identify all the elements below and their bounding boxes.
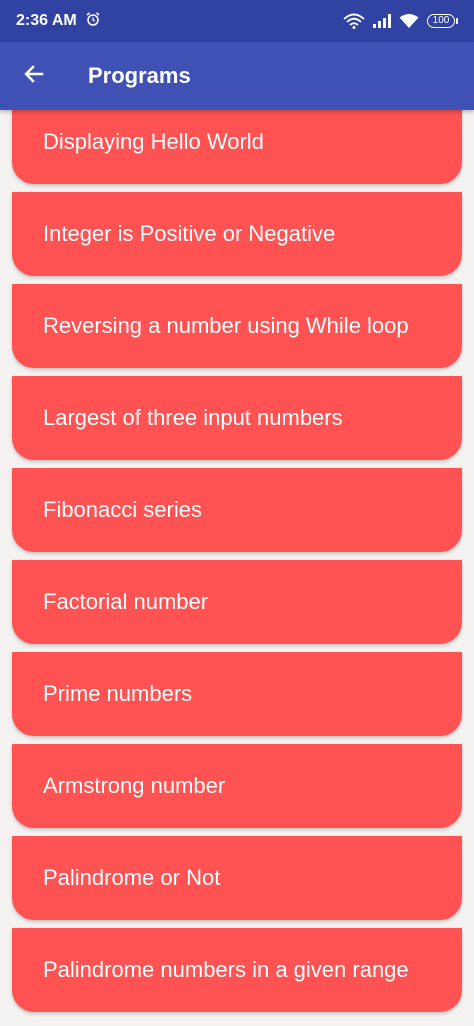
program-list[interactable]: Displaying Hello World Integer is Positi… — [0, 110, 474, 1026]
alarm-icon — [85, 11, 101, 32]
back-button[interactable] — [10, 52, 58, 100]
cell-signal-icon — [373, 14, 391, 28]
battery-level: 100 — [427, 14, 455, 28]
program-item-fibonacci[interactable]: Fibonacci series — [12, 468, 462, 552]
status-bar: 2:36 AM 100 — [0, 0, 474, 42]
app-bar: Programs — [0, 42, 474, 110]
program-item-palindrome[interactable]: Palindrome or Not — [12, 836, 462, 920]
program-item-palindrome-range[interactable]: Palindrome numbers in a given range — [12, 928, 462, 1012]
status-right: 100 — [343, 13, 458, 29]
status-time: 2:36 AM — [16, 12, 77, 29]
program-item-positive-negative[interactable]: Integer is Positive or Negative — [12, 192, 462, 276]
program-item-armstrong[interactable]: Armstrong number — [12, 744, 462, 828]
wifi-hotspot-icon — [343, 13, 365, 29]
program-item-reverse-number[interactable]: Reversing a number using While loop — [12, 284, 462, 368]
program-item-prime-numbers[interactable]: Prime numbers — [12, 652, 462, 736]
status-left: 2:36 AM — [16, 11, 101, 32]
program-item-largest-of-three[interactable]: Largest of three input numbers — [12, 376, 462, 460]
program-item-factorial[interactable]: Factorial number — [12, 560, 462, 644]
arrow-left-icon — [22, 62, 46, 91]
program-list-content: Displaying Hello World Integer is Positi… — [0, 110, 474, 1012]
battery-icon: 100 — [427, 14, 458, 28]
battery-tip — [456, 18, 458, 24]
page-title: Programs — [88, 63, 191, 88]
wifi-icon — [399, 13, 419, 29]
program-item-hello-world[interactable]: Displaying Hello World — [12, 110, 462, 184]
